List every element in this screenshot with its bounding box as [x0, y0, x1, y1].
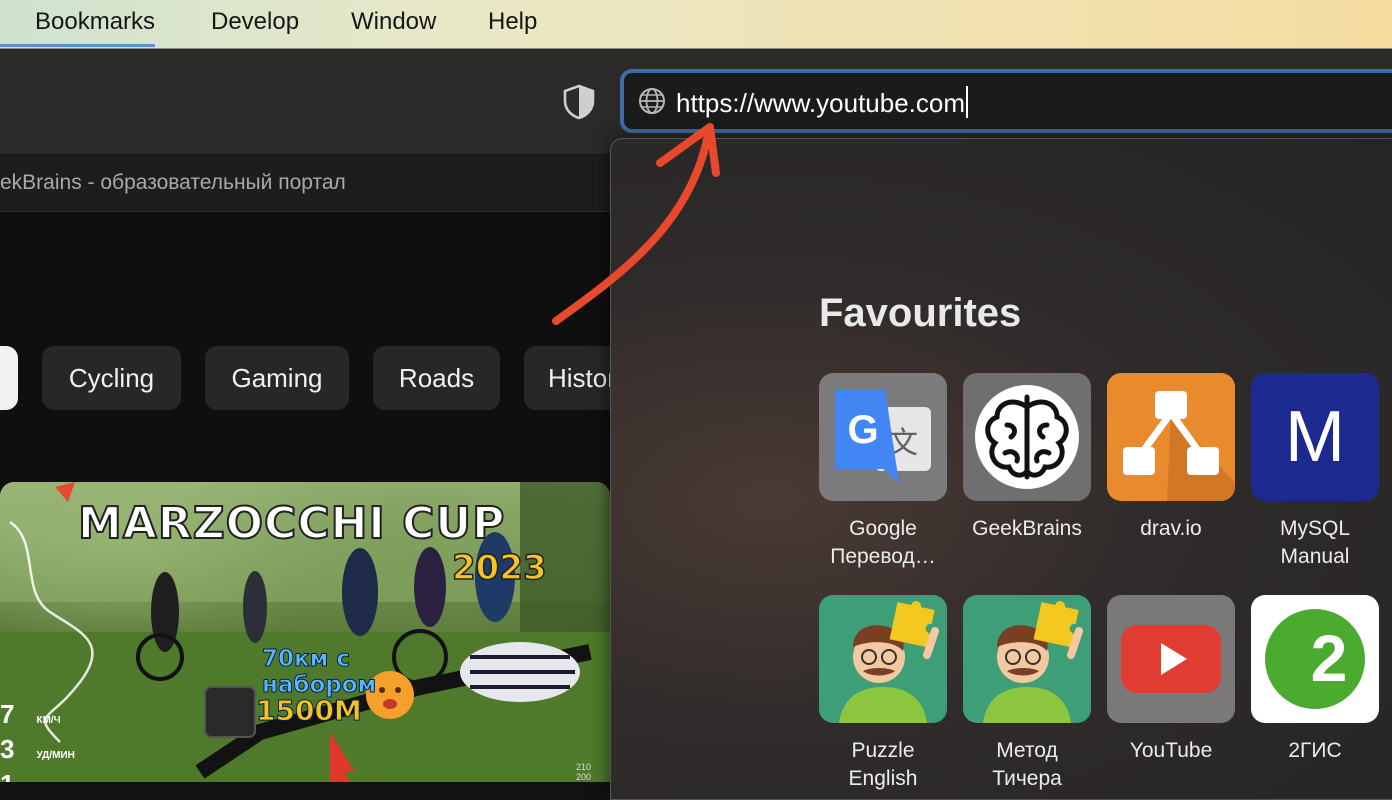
- google-translate-icon: 文 G: [819, 373, 947, 501]
- thumbnail-title: MARZOCCHI CUP: [77, 497, 506, 550]
- tile-letter: M: [1285, 397, 1345, 477]
- text-caret: [966, 86, 969, 118]
- favourite-2gis[interactable]: 2 2ГИС: [1251, 595, 1379, 765]
- globe-icon: [639, 88, 665, 114]
- letter-m-icon: M: [1251, 373, 1379, 501]
- favourite-label: MySQL Manual: [1279, 517, 1350, 568]
- favourite-label: Google Перевод…: [830, 517, 936, 568]
- favourite-mysql-manual[interactable]: M MySQL Manual: [1251, 373, 1379, 571]
- hud-hr-unit: УД/МИН: [36, 750, 75, 761]
- favourite-label: GeekBrains: [972, 517, 1082, 540]
- chip-history[interactable]: History: [524, 346, 612, 410]
- active-window-indicator: [0, 44, 155, 47]
- favourite-geekbrains[interactable]: GeekBrains: [963, 373, 1091, 543]
- youtube-page: Cycling Gaming Roads History: [0, 212, 612, 782]
- favourite-label: Метод Тичера: [992, 739, 1062, 790]
- menu-bar: Bookmarks Develop Window Help: [0, 0, 1392, 49]
- chart-tick: 210: [576, 762, 592, 772]
- tab-bar: ekBrains - образовательный портал: [0, 155, 612, 212]
- address-bar[interactable]: https://www.youtube.com: [620, 69, 1392, 133]
- chart-tick: 200: [576, 772, 592, 782]
- svg-text:G: G: [847, 408, 878, 452]
- caption-line: 70км с: [261, 646, 351, 673]
- hud-speed: 7 КМ/Ч: [0, 700, 75, 735]
- thumbnail-year: 2023: [451, 547, 547, 589]
- chip-gaming[interactable]: Gaming: [205, 346, 349, 410]
- favourite-youtube[interactable]: YouTube: [1107, 595, 1235, 765]
- hud-hr-value: 3: [0, 734, 15, 764]
- hud-speed-unit: КМ/Ч: [36, 715, 61, 726]
- 2gis-icon: 2: [1251, 595, 1379, 723]
- hud-extra: 1: [0, 770, 75, 782]
- annotation-arrow: [552, 123, 720, 325]
- tab-title[interactable]: ekBrains - образовательный портал: [0, 171, 346, 195]
- puzzle-man-icon: [819, 595, 947, 723]
- favourite-puzzle-english[interactable]: Puzzle English: [819, 595, 947, 793]
- favourites-heading: Favourites: [819, 291, 1022, 335]
- hud-speed-value: 7: [0, 699, 15, 729]
- hud-values: 7 КМ/Ч 3 УД/МИН 1: [0, 700, 75, 782]
- menu-help[interactable]: Help: [488, 8, 537, 36]
- favourite-metod-tichera[interactable]: Метод Тичера: [963, 595, 1091, 793]
- favourite-google-translate[interactable]: 文 G Google Перевод…: [819, 373, 947, 571]
- youtube-play-icon: [1107, 595, 1235, 723]
- menu-develop[interactable]: Develop: [211, 8, 299, 36]
- menu-window[interactable]: Window: [351, 8, 436, 36]
- video-thumbnail[interactable]: MARZOCCHI CUP 2023 70км с набором 1500М …: [0, 482, 610, 782]
- chip-all[interactable]: [0, 346, 18, 410]
- favourite-label: YouTube: [1129, 739, 1213, 762]
- favourite-label: 2ГИС: [1288, 739, 1342, 762]
- chip-roads[interactable]: Roads: [373, 346, 500, 410]
- favourite-label: Puzzle English: [848, 739, 918, 790]
- favourite-drawio[interactable]: drav.io: [1107, 373, 1235, 543]
- tile-letter: 2: [1311, 621, 1348, 695]
- url-value: https://www.youtube.com: [676, 88, 966, 118]
- chip-cycling[interactable]: Cycling: [42, 346, 181, 410]
- thumbnail-caption: 70км с набором 1500М: [255, 646, 376, 726]
- menu-bookmarks[interactable]: Bookmarks: [35, 8, 155, 36]
- caption-line: 1500М: [255, 694, 362, 727]
- hud-hr: 3 УД/МИН: [0, 735, 75, 770]
- brain-icon: [963, 373, 1091, 501]
- puzzle-man-icon: [963, 595, 1091, 723]
- favourite-label: drav.io: [1140, 517, 1202, 540]
- drawio-icon: [1107, 373, 1235, 501]
- hud-chart-ticks: 210 200: [576, 762, 591, 782]
